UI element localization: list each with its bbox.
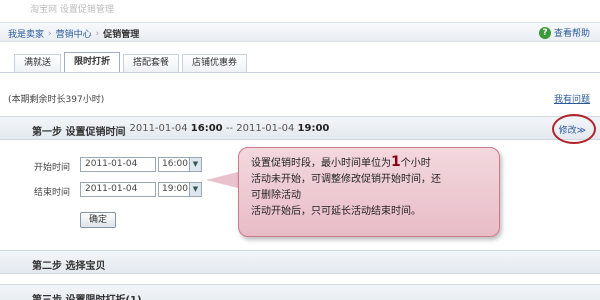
tab-full-gift[interactable]: 满就送 [14,54,62,72]
tab-limited-discount[interactable]: 限时打折 [64,52,121,72]
callout-line4: 活动开始后，只可延长活动结束时间。 [251,206,421,217]
step2-header[interactable]: 第二步 选择宝贝 [0,250,600,274]
callout-line1-pre: 设置促销时段，最小时间单位为 [251,158,391,169]
tab-bundle[interactable]: 搭配套餐 [123,54,180,72]
range-end-date: 2011-01-04 [236,123,295,134]
start-time-value: 16:00 [162,159,188,169]
end-time-label: 结束时间 [34,188,71,198]
top-strip: 淘宝网 设置促销管理 [0,0,600,15]
annotation-callout: 设置促销时段，最小时间单位为1个小时 活动未开始，可调整修改促销开始时间，还 可… [238,147,500,237]
range-start-date: 2011-01-04 [129,123,188,134]
start-date-input[interactable]: 2011-01-04 [80,157,156,172]
highlight-circle [552,114,596,144]
step1-range: 2011-01-04 16:00 -- 2011-01-04 19:00 [129,123,329,138]
callout-line1-post: 个小时 [400,158,431,169]
chevron-down-icon: ▼ [189,183,201,196]
guide-link[interactable]: 我有问题 [554,92,590,105]
step1-title: 第一步 设置促销时间 [32,127,126,138]
help-label: 查看帮助 [553,29,590,39]
breadcrumb-separator: › [95,28,100,39]
tab-bar: 满就送 限时打折 搭配套餐 店铺优惠券 [14,52,248,72]
tab-shop-coupon[interactable]: 店铺优惠券 [182,54,248,72]
step1-header: 第一步 设置促销时间 2011-01-04 16:00 -- 2011-01-0… [0,114,600,144]
breadcrumb: 我是卖家 › 营销中心 › 促销管理 [8,27,140,41]
step1-title-row: 第一步 设置促销时间 2011-01-04 16:00 -- 2011-01-0… [32,123,329,138]
callout-line3: 可删除活动 [251,190,301,201]
help-icon: ? [538,26,551,39]
top-partial-text: 淘宝网 设置促销管理 [30,5,114,15]
step3-header[interactable]: 第三步 设置限时打折(1) [0,284,600,300]
breadcrumb-item-marketing[interactable]: 营销中心 [56,27,92,40]
callout-line2: 活动未开始，可调整修改促销开始时间，还 [251,174,441,185]
chevron-down-icon: ▼ [189,158,201,171]
end-date-input[interactable]: 2011-01-04 [80,182,156,197]
step2-title: 第二步 选择宝贝 [32,261,106,272]
step3-title: 第三步 设置限时打折(1) [32,291,142,300]
callout-line1-big: 1 [391,154,401,170]
start-time-label: 开始时间 [34,163,71,173]
breadcrumb-separator: › [48,28,52,39]
tab-divider [0,72,600,73]
help-link[interactable]: ? 查看帮助 [538,26,590,39]
breadcrumb-item-seller[interactable]: 我是卖家 [8,27,44,40]
range-start-time: 16:00 [190,123,223,134]
callout-pointer [206,172,238,188]
start-time-select[interactable]: 16:00 ▼ [158,157,202,172]
breadcrumb-bar: 我是卖家 › 营销中心 › 促销管理 ? 查看帮助 [0,22,600,42]
confirm-button[interactable]: 确定 [80,212,116,228]
end-time-value: 19:00 [162,184,188,194]
range-separator: -- [225,123,234,134]
range-end-time: 19:00 [297,123,330,134]
callout-line1: 设置促销时段，最小时间单位为1个小时 [251,154,487,172]
remaining-time-note: (本期剩余时长397小时) [8,95,105,105]
breadcrumb-current: 促销管理 [103,30,140,40]
end-time-select[interactable]: 19:00 ▼ [158,182,202,197]
